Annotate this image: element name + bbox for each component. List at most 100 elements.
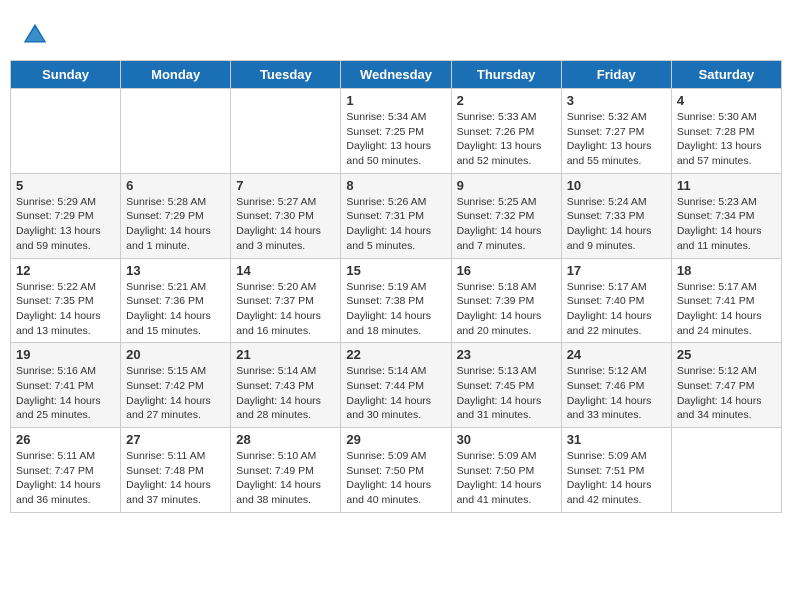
day-info: Sunrise: 5:12 AMSunset: 7:47 PMDaylight:…: [677, 364, 776, 423]
calendar-cell: 6Sunrise: 5:28 AMSunset: 7:29 PMDaylight…: [121, 173, 231, 258]
weekday-header-row: SundayMondayTuesdayWednesdayThursdayFrid…: [11, 61, 782, 89]
day-info: Sunrise: 5:14 AMSunset: 7:43 PMDaylight:…: [236, 364, 335, 423]
calendar-week-row: 19 Sunrise: 5:16 AMSunset: 7:41 PMDayligh…: [11, 343, 782, 428]
day-number: 25: [677, 347, 776, 362]
calendar-cell: 19 Sunrise: 5:16 AMSunset: 7:41 PMDayligh…: [11, 343, 121, 428]
calendar-cell: 28Sunrise: 5:10 AMSunset: 7:49 PMDayligh…: [231, 428, 341, 513]
calendar-cell: 17 Sunrise: 5:17 AMSunset: 7:40 PMDayligh…: [561, 258, 671, 343]
calendar-cell: 21 Sunrise: 5:14 AMSunset: 7:43 PMDayligh…: [231, 343, 341, 428]
calendar-cell: 26 Sunrise: 5:11 AMSunset: 7:47 PMDayligh…: [11, 428, 121, 513]
weekday-header: Saturday: [671, 61, 781, 89]
day-number: 27: [126, 432, 225, 447]
day-number: 26: [16, 432, 115, 447]
weekday-header: Sunday: [11, 61, 121, 89]
calendar-week-row: 5Sunrise: 5:29 AMSunset: 7:29 PMDaylight…: [11, 173, 782, 258]
day-info: Sunrise: 5:14 AMSunset: 7:44 PMDaylight:…: [346, 364, 445, 423]
day-info: Sunrise: 5:18 AMSunset: 7:39 PMDaylight:…: [457, 280, 556, 339]
day-number: 29: [346, 432, 445, 447]
calendar-cell: 10 Sunrise: 5:24 AMSunset: 7:33 PMDayligh…: [561, 173, 671, 258]
day-number: 1: [346, 93, 445, 108]
calendar-week-row: 26 Sunrise: 5:11 AMSunset: 7:47 PMDayligh…: [11, 428, 782, 513]
calendar-week-row: 1 Sunrise: 5:34 AMSunset: 7:25 PMDaylight…: [11, 89, 782, 174]
day-number: 17: [567, 263, 666, 278]
calendar-cell: [11, 89, 121, 174]
calendar-table: SundayMondayTuesdayWednesdayThursdayFrid…: [10, 60, 782, 513]
calendar-cell: 24Sunrise: 5:12 AMSunset: 7:46 PMDayligh…: [561, 343, 671, 428]
day-info: Sunrise: 5:27 AMSunset: 7:30 PMDaylight:…: [236, 195, 335, 254]
weekday-header: Thursday: [451, 61, 561, 89]
logo: [20, 20, 54, 50]
day-number: 2: [457, 93, 556, 108]
day-info: Sunrise: 5:22 AMSunset: 7:35 PMDaylight:…: [16, 280, 115, 339]
calendar-cell: 25 Sunrise: 5:12 AMSunset: 7:47 PMDayligh…: [671, 343, 781, 428]
calendar-cell: 11 Sunrise: 5:23 AMSunset: 7:34 PMDayligh…: [671, 173, 781, 258]
calendar-cell: 23 Sunrise: 5:13 AMSunset: 7:45 PMDayligh…: [451, 343, 561, 428]
weekday-header: Wednesday: [341, 61, 451, 89]
calendar-cell: 7 Sunrise: 5:27 AMSunset: 7:30 PMDaylight…: [231, 173, 341, 258]
weekday-header: Friday: [561, 61, 671, 89]
day-info: Sunrise: 5:09 AMSunset: 7:51 PMDaylight:…: [567, 449, 666, 508]
day-number: 8: [346, 178, 445, 193]
day-number: 31: [567, 432, 666, 447]
day-info: Sunrise: 5:26 AMSunset: 7:31 PMDaylight:…: [346, 195, 445, 254]
calendar-week-row: 12 Sunrise: 5:22 AMSunset: 7:35 PMDayligh…: [11, 258, 782, 343]
day-info: Sunrise: 5:16 AMSunset: 7:41 PMDaylight:…: [16, 364, 115, 423]
calendar-cell: 4Sunrise: 5:30 AMSunset: 7:28 PMDaylight…: [671, 89, 781, 174]
calendar-cell: 9 Sunrise: 5:25 AMSunset: 7:32 PMDaylight…: [451, 173, 561, 258]
day-info: Sunrise: 5:11 AMSunset: 7:48 PMDaylight:…: [126, 449, 225, 508]
day-number: 12: [16, 263, 115, 278]
day-info: Sunrise: 5:17 AMSunset: 7:40 PMDaylight:…: [567, 280, 666, 339]
day-number: 19: [16, 347, 115, 362]
calendar-cell: 16 Sunrise: 5:18 AMSunset: 7:39 PMDayligh…: [451, 258, 561, 343]
calendar-cell: 20 Sunrise: 5:15 AMSunset: 7:42 PMDayligh…: [121, 343, 231, 428]
calendar-cell: [671, 428, 781, 513]
day-info: Sunrise: 5:25 AMSunset: 7:32 PMDaylight:…: [457, 195, 556, 254]
day-info: Sunrise: 5:17 AMSunset: 7:41 PMDaylight:…: [677, 280, 776, 339]
calendar-cell: 22Sunrise: 5:14 AMSunset: 7:44 PMDayligh…: [341, 343, 451, 428]
day-number: 21: [236, 347, 335, 362]
page-header: [10, 10, 782, 55]
calendar-cell: 1 Sunrise: 5:34 AMSunset: 7:25 PMDaylight…: [341, 89, 451, 174]
calendar-cell: 5Sunrise: 5:29 AMSunset: 7:29 PMDaylight…: [11, 173, 121, 258]
day-number: 20: [126, 347, 225, 362]
day-info: Sunrise: 5:32 AMSunset: 7:27 PMDaylight:…: [567, 110, 666, 169]
day-number: 7: [236, 178, 335, 193]
logo-icon: [20, 20, 50, 50]
day-number: 11: [677, 178, 776, 193]
day-number: 6: [126, 178, 225, 193]
calendar-cell: 30Sunrise: 5:09 AMSunset: 7:50 PMDayligh…: [451, 428, 561, 513]
day-info: Sunrise: 5:29 AMSunset: 7:29 PMDaylight:…: [16, 195, 115, 254]
day-number: 23: [457, 347, 556, 362]
day-info: Sunrise: 5:11 AMSunset: 7:47 PMDaylight:…: [16, 449, 115, 508]
day-number: 24: [567, 347, 666, 362]
calendar-cell: [231, 89, 341, 174]
day-number: 13: [126, 263, 225, 278]
day-number: 4: [677, 93, 776, 108]
day-info: Sunrise: 5:34 AMSunset: 7:25 PMDaylight:…: [346, 110, 445, 169]
day-info: Sunrise: 5:24 AMSunset: 7:33 PMDaylight:…: [567, 195, 666, 254]
calendar-cell: 18 Sunrise: 5:17 AMSunset: 7:41 PMDayligh…: [671, 258, 781, 343]
day-number: 9: [457, 178, 556, 193]
day-info: Sunrise: 5:33 AMSunset: 7:26 PMDaylight:…: [457, 110, 556, 169]
day-number: 28: [236, 432, 335, 447]
weekday-header: Tuesday: [231, 61, 341, 89]
day-info: Sunrise: 5:13 AMSunset: 7:45 PMDaylight:…: [457, 364, 556, 423]
day-info: Sunrise: 5:15 AMSunset: 7:42 PMDaylight:…: [126, 364, 225, 423]
day-info: Sunrise: 5:23 AMSunset: 7:34 PMDaylight:…: [677, 195, 776, 254]
calendar-cell: 31 Sunrise: 5:09 AMSunset: 7:51 PMDayligh…: [561, 428, 671, 513]
calendar-cell: 13 Sunrise: 5:21 AMSunset: 7:36 PMDayligh…: [121, 258, 231, 343]
day-number: 18: [677, 263, 776, 278]
day-number: 10: [567, 178, 666, 193]
calendar-cell: [121, 89, 231, 174]
calendar-cell: 27 Sunrise: 5:11 AMSunset: 7:48 PMDayligh…: [121, 428, 231, 513]
day-info: Sunrise: 5:19 AMSunset: 7:38 PMDaylight:…: [346, 280, 445, 339]
day-number: 30: [457, 432, 556, 447]
calendar-cell: 29Sunrise: 5:09 AMSunset: 7:50 PMDayligh…: [341, 428, 451, 513]
calendar-cell: 15 Sunrise: 5:19 AMSunset: 7:38 PMDayligh…: [341, 258, 451, 343]
day-number: 15: [346, 263, 445, 278]
day-info: Sunrise: 5:21 AMSunset: 7:36 PMDaylight:…: [126, 280, 225, 339]
calendar-cell: 2 Sunrise: 5:33 AMSunset: 7:26 PMDaylight…: [451, 89, 561, 174]
day-number: 3: [567, 93, 666, 108]
calendar-cell: 3 Sunrise: 5:32 AMSunset: 7:27 PMDaylight…: [561, 89, 671, 174]
day-number: 16: [457, 263, 556, 278]
